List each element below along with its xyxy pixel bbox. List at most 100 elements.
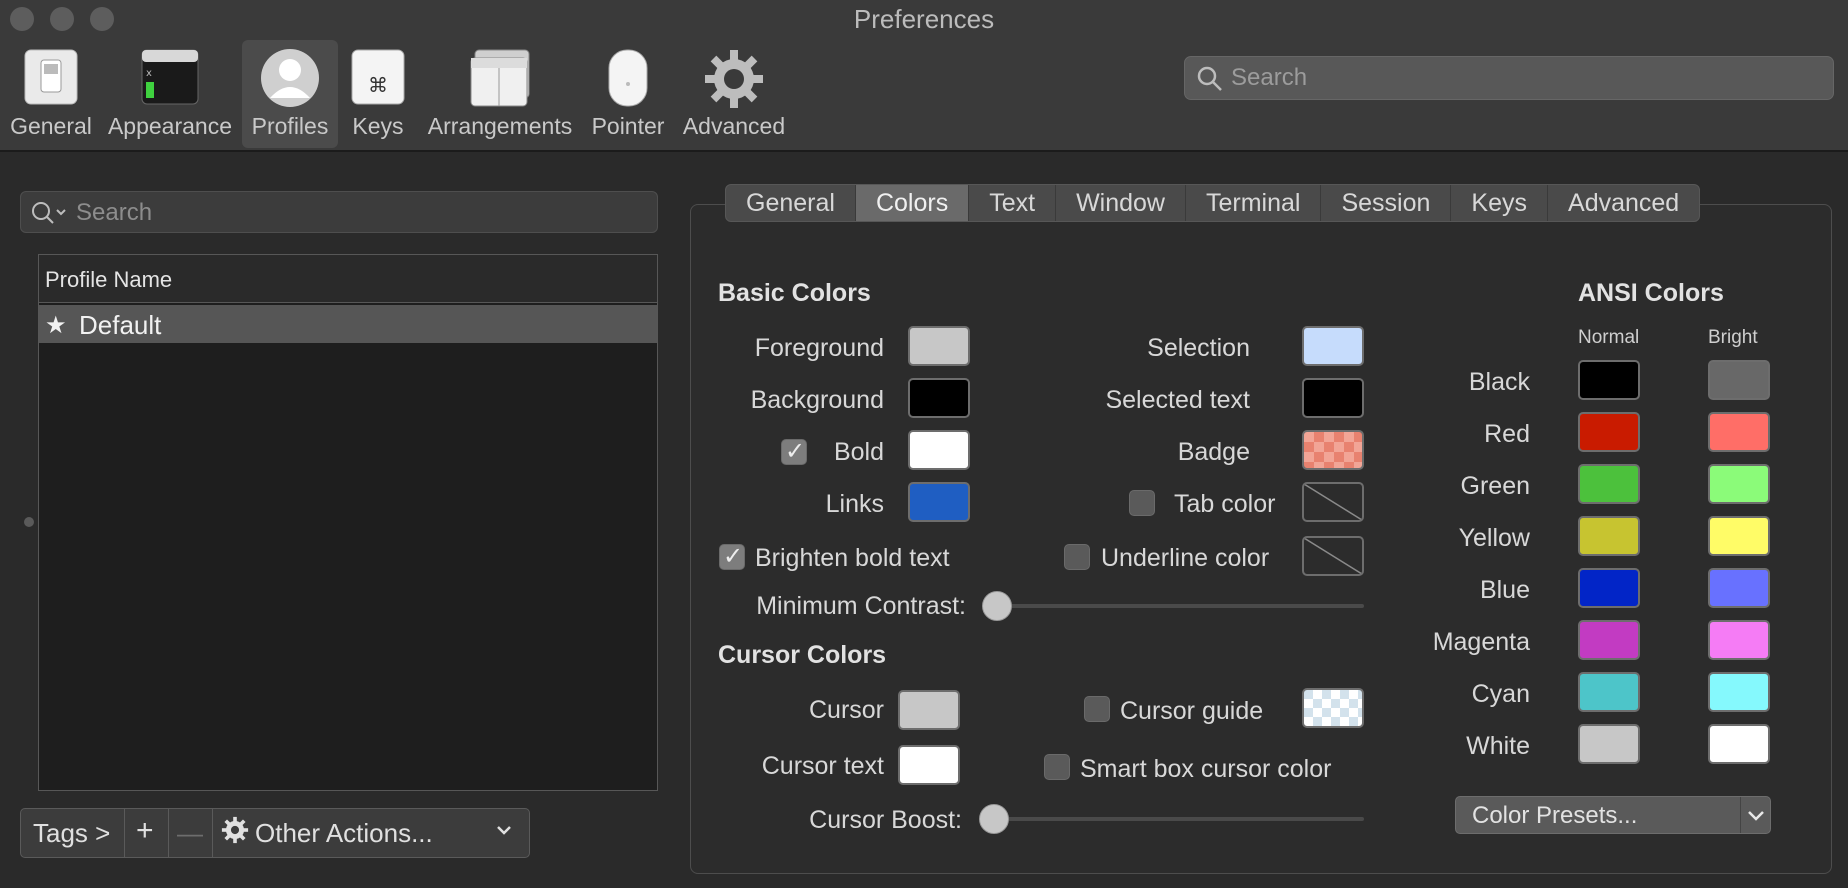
bold-label: Bold: [833, 438, 884, 466]
profile-row-default[interactable]: ★ Default: [39, 305, 657, 343]
foreground-color-well[interactable]: [908, 326, 970, 366]
mouse-icon: [606, 48, 650, 113]
cursor-text-color-well[interactable]: [898, 745, 960, 785]
cursor-guide-checkbox[interactable]: [1084, 696, 1110, 722]
search-icon: [32, 202, 66, 224]
tab-colors[interactable]: Colors: [855, 185, 970, 221]
background-color-well[interactable]: [908, 378, 970, 418]
profile-actions-bar: Tags > + — Other Actions...: [20, 808, 530, 858]
ansi-bright-black-well[interactable]: [1708, 360, 1770, 400]
ansi-normal-red-well[interactable]: [1578, 412, 1640, 452]
toolbar: Preferences General x Appearance Profile…: [0, 0, 1848, 152]
ansi-normal-green-well[interactable]: [1578, 464, 1640, 504]
ansi-label-magenta: Magenta: [1432, 628, 1530, 656]
selection-label: Selection: [1147, 334, 1250, 362]
tab-window[interactable]: Window: [1056, 185, 1186, 221]
selected-text-label: Selected text: [1105, 386, 1250, 414]
ansi-normal-cyan-well[interactable]: [1578, 672, 1640, 712]
ansi-bright-magenta-well[interactable]: [1708, 620, 1770, 660]
links-label: Links: [825, 490, 884, 518]
ansi-normal-yellow-well[interactable]: [1578, 516, 1640, 556]
cursor-boost-slider-track[interactable]: [992, 817, 1364, 821]
gear-icon: [703, 48, 765, 115]
profile-list-header[interactable]: Profile Name: [39, 255, 657, 303]
ansi-normal-blue-well[interactable]: [1578, 568, 1640, 608]
cursor-boost-slider-knob[interactable]: [979, 804, 1009, 834]
tags-button[interactable]: Tags >: [21, 809, 125, 857]
background-label: Background: [750, 386, 884, 414]
tab-general[interactable]: General: [726, 185, 856, 221]
color-presets-label: Color Presets...: [1472, 802, 1638, 829]
gear-icon: [221, 816, 249, 851]
svg-text:x: x: [146, 68, 152, 79]
brighten-bold-checkbox[interactable]: ✓: [719, 543, 745, 570]
brighten-bold-label: Brighten bold text: [755, 544, 950, 572]
ansi-label-yellow: Yellow: [1458, 524, 1530, 552]
toolbar-pointer[interactable]: Pointer: [590, 40, 666, 148]
tab-advanced[interactable]: Advanced: [1548, 185, 1699, 221]
ansi-label-green: Green: [1460, 472, 1530, 500]
ansi-normal-magenta-well[interactable]: [1578, 620, 1640, 660]
cursor-boost-label: Cursor Boost:: [809, 806, 962, 834]
toolbar-advanced[interactable]: Advanced: [676, 40, 792, 148]
basic-colors-title: Basic Colors: [718, 279, 871, 307]
other-actions-dropdown[interactable]: Other Actions...: [213, 809, 529, 857]
search-placeholder: Search: [1231, 64, 1308, 91]
selection-color-well[interactable]: [1302, 326, 1364, 366]
split-view-handle[interactable]: [24, 517, 34, 527]
ansi-bright-yellow-well[interactable]: [1708, 516, 1770, 556]
search-field[interactable]: Search: [1184, 56, 1834, 100]
ansi-bright-green-well[interactable]: [1708, 464, 1770, 504]
cursor-guide-label: Cursor guide: [1120, 697, 1264, 725]
toolbar-arrangements[interactable]: Arrangements: [420, 40, 580, 148]
ansi-bright-cyan-well[interactable]: [1708, 672, 1770, 712]
tab-color-label: Tab color: [1174, 490, 1276, 518]
underline-color-label: Underline color: [1101, 544, 1270, 572]
minimum-contrast-label: Minimum Contrast:: [756, 592, 966, 620]
toolbar-general[interactable]: General: [2, 40, 100, 148]
smart-box-cursor-checkbox[interactable]: [1044, 754, 1070, 780]
ansi-label-white: White: [1466, 732, 1530, 760]
underline-color-checkbox[interactable]: [1064, 544, 1090, 570]
toolbar-appearance[interactable]: x Appearance: [104, 40, 236, 148]
minimum-contrast-slider-track[interactable]: [996, 604, 1364, 608]
tab-session[interactable]: Session: [1321, 185, 1452, 221]
minimum-contrast-slider-knob[interactable]: [982, 591, 1012, 621]
smart-box-cursor-label: Smart box cursor color: [1080, 755, 1332, 783]
tab-color-checkbox[interactable]: [1129, 490, 1155, 516]
foreground-label: Foreground: [754, 334, 884, 362]
remove-profile-button[interactable]: —: [169, 809, 213, 857]
cursor-color-well[interactable]: [898, 690, 960, 730]
window-title: Preferences: [853, 4, 995, 34]
ansi-normal-black-well[interactable]: [1578, 360, 1640, 400]
column-header-profile-name: Profile Name: [45, 267, 173, 292]
cursor-text-label: Cursor text: [761, 752, 884, 780]
color-presets-dropdown[interactable]: Color Presets...: [1455, 796, 1771, 834]
command-key-icon: ⌘: [350, 48, 406, 111]
chevron-down-icon: [1740, 797, 1770, 833]
ansi-bright-red-well[interactable]: [1708, 412, 1770, 452]
star-icon: ★: [45, 312, 67, 339]
profile-list: Profile Name ★ Default: [38, 254, 658, 791]
windows-stack-icon: [469, 48, 531, 113]
ansi-colors-title: ANSI Colors: [1578, 279, 1724, 307]
tab-keys[interactable]: Keys: [1451, 185, 1549, 221]
user-icon: [260, 48, 320, 113]
bold-color-well[interactable]: [908, 430, 970, 470]
add-profile-button[interactable]: +: [125, 809, 169, 857]
svg-text:⌘: ⌘: [368, 73, 388, 97]
profile-search-input[interactable]: Search: [20, 191, 658, 233]
ansi-bright-white-well[interactable]: [1708, 724, 1770, 764]
toolbar-keys[interactable]: ⌘ Keys: [342, 40, 414, 148]
ansi-label-red: Red: [1484, 420, 1530, 448]
search-icon: [1197, 66, 1222, 91]
links-color-well[interactable]: [908, 482, 970, 522]
toolbar-profiles[interactable]: Profiles: [242, 40, 338, 148]
badge-label: Badge: [1177, 438, 1250, 466]
cursor-label: Cursor: [808, 696, 884, 724]
tab-text[interactable]: Text: [969, 185, 1057, 221]
ansi-normal-white-well[interactable]: [1578, 724, 1640, 764]
ansi-bright-blue-well[interactable]: [1708, 568, 1770, 608]
ansi-label-black: Black: [1468, 368, 1530, 396]
tab-terminal[interactable]: Terminal: [1186, 185, 1322, 221]
